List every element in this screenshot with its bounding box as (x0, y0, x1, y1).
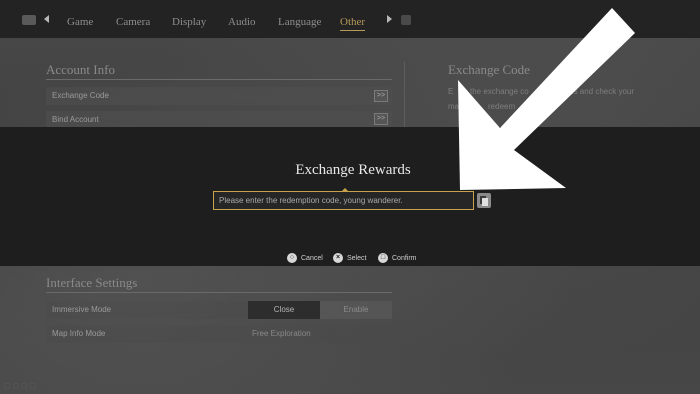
tab-other[interactable]: Other (340, 16, 366, 31)
exchange-code-desc-fragment-2: the exchange co (470, 87, 529, 96)
exchange-code-desc-fragment-1: E (448, 87, 454, 96)
interface-settings-title: Interface Settings (46, 275, 138, 290)
confirm-hint-label: Confirm (392, 254, 417, 262)
exchange-rewards-title: Exchange Rewards (295, 162, 411, 178)
redemption-code-input[interactable] (213, 191, 474, 210)
account-info-title: Account Info (46, 62, 115, 77)
exchange-code-desc-fragment-3: ards and check your (562, 87, 635, 96)
bind-account-label: Bind Account (52, 115, 99, 124)
tab-camera[interactable]: Camera (116, 16, 150, 28)
exchange-code-label: Exchange Code (52, 91, 109, 100)
immersive-mode-label: Immersive Mode (52, 305, 112, 314)
exchange-code-desc-fragment-5: redeem (488, 102, 516, 111)
settings-tab-bar: Game Camera Display Audio Language Other (0, 0, 700, 38)
select-hint[interactable]: × Select (333, 253, 366, 263)
map-info-mode-label: Map Info Mode (52, 329, 106, 338)
shoulder-button-left-icon[interactable] (22, 15, 36, 25)
cancel-hint[interactable]: ○ Cancel (287, 253, 323, 263)
confirm-hint[interactable]: □ Confirm (378, 253, 417, 263)
panel-divider (404, 62, 405, 128)
exchange-code-row[interactable]: Exchange Code (46, 87, 392, 105)
cancel-hint-label: Cancel (301, 254, 323, 262)
shoulder-button-right-icon[interactable] (401, 15, 411, 25)
tab-audio[interactable]: Audio (228, 16, 256, 28)
exchange-code-desc-fragment-4: ma (448, 102, 460, 111)
circle-button-icon: ○ (287, 253, 297, 263)
exchange-code-open-button[interactable]: >> (374, 90, 388, 102)
interface-settings-divider (46, 292, 392, 293)
tab-display[interactable]: Display (172, 16, 206, 28)
square-button-icon: □ (378, 253, 388, 263)
cross-button-icon: × (333, 253, 343, 263)
exchange-code-panel-title: Exchange Code (448, 62, 530, 77)
tab-language[interactable]: Language (278, 16, 321, 28)
tab-next-arrow-icon[interactable] (387, 15, 392, 23)
tab-prev-arrow-icon[interactable] (44, 15, 49, 23)
system-status-icons: ▢ ▢ ▢ ▢ (4, 383, 37, 390)
tab-game[interactable]: Game (67, 16, 93, 28)
bind-account-open-button[interactable]: >> (374, 113, 388, 125)
immersive-mode-close-option[interactable]: Close (248, 301, 320, 319)
paste-icon[interactable] (477, 193, 491, 208)
account-info-divider (46, 79, 392, 80)
map-info-mode-value[interactable]: Free Exploration (248, 325, 392, 343)
select-hint-label: Select (347, 254, 367, 262)
immersive-mode-enable-option[interactable]: Enable (320, 301, 392, 319)
